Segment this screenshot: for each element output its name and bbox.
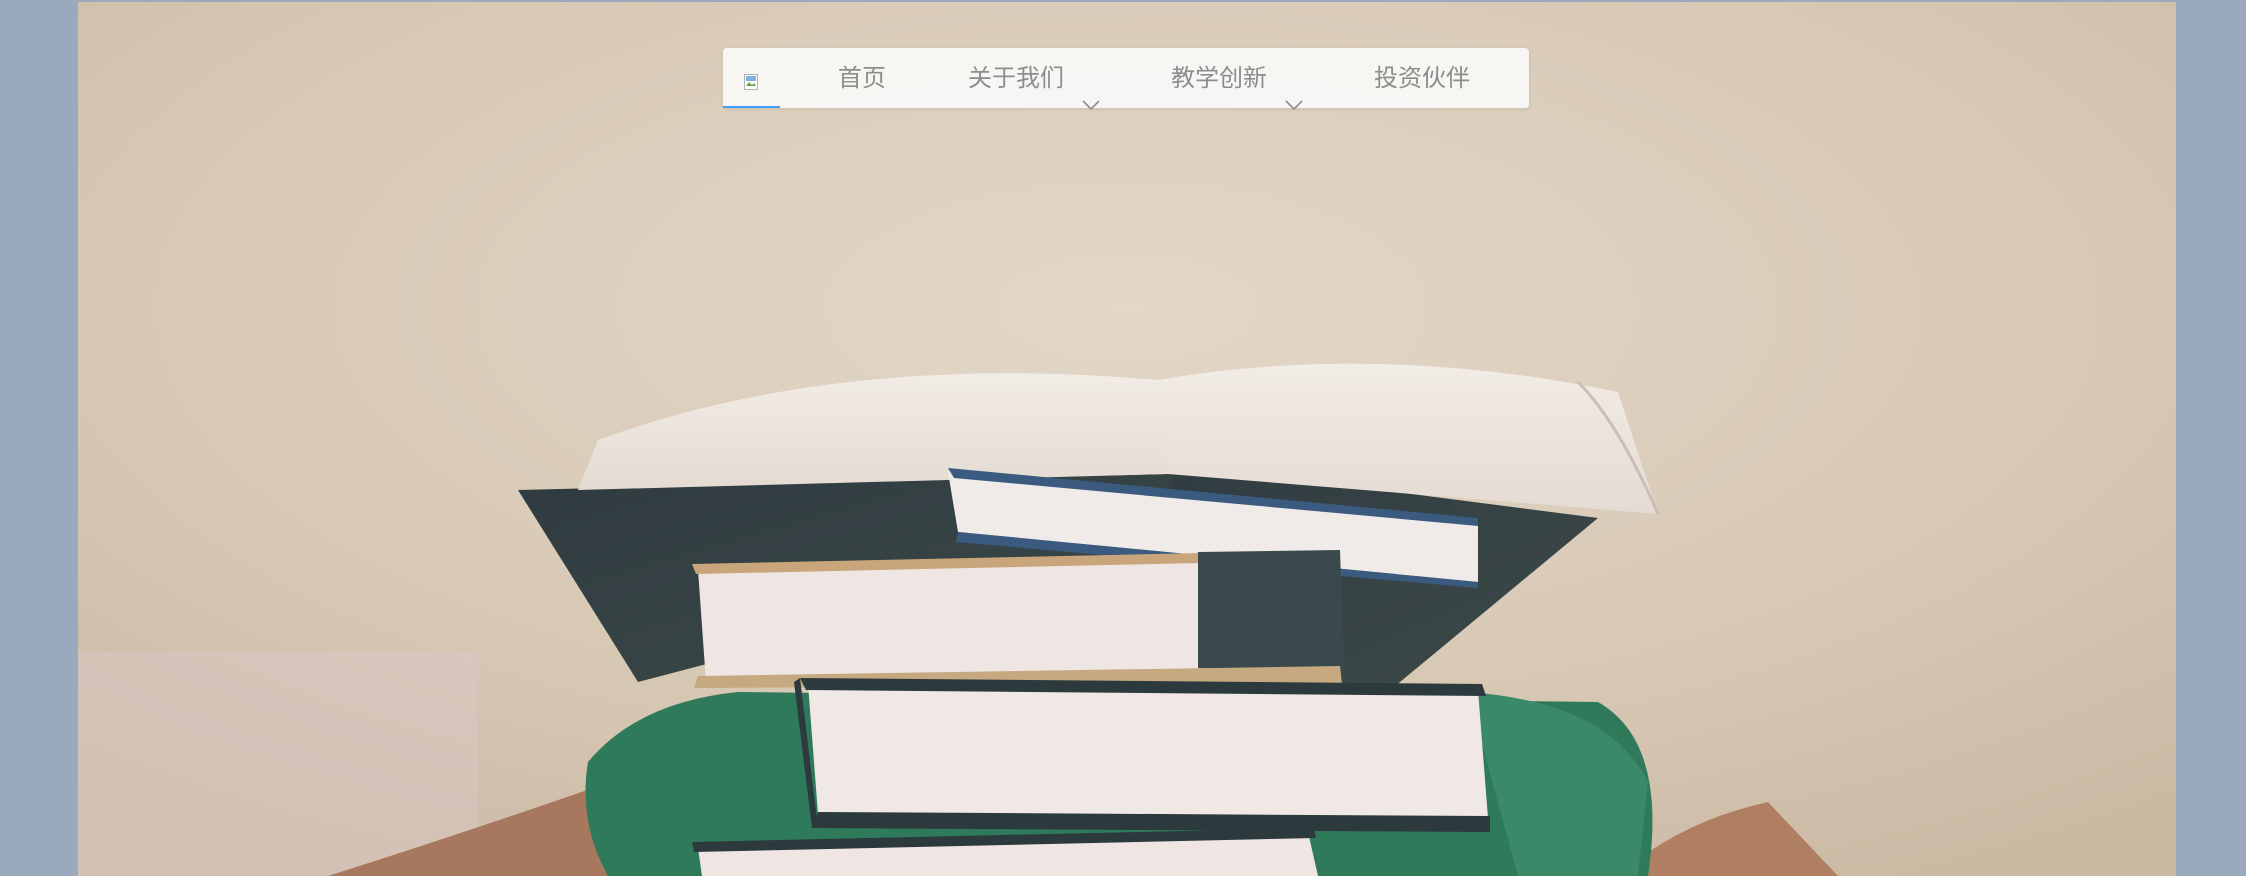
nav-item-label: 教学创新 <box>1171 64 1267 92</box>
chevron-down-icon <box>1285 48 1303 111</box>
page: 首页 关于我们 教学创新 投资伙伴 <box>0 0 2246 876</box>
top-navigation-bar: 首页 关于我们 教学创新 投资伙伴 <box>723 48 1529 111</box>
hero-banner-image <box>78 2 2176 876</box>
nav-item-investment-partners[interactable]: 投资伙伴 <box>1374 48 1470 108</box>
nav-item-teaching-innovation[interactable]: 教学创新 <box>1171 48 1303 111</box>
nav-item-home[interactable]: 首页 <box>838 48 886 108</box>
nav-item-label: 关于我们 <box>968 64 1064 92</box>
nav-item-about-us[interactable]: 关于我们 <box>968 48 1100 111</box>
broken-image-icon <box>744 74 758 90</box>
chevron-down-icon <box>1082 48 1100 111</box>
nav-item-label: 首页 <box>838 64 886 92</box>
nav-item-label: 投资伙伴 <box>1374 64 1470 92</box>
logo-tab[interactable] <box>723 48 780 108</box>
books-illustration <box>78 2 2176 876</box>
